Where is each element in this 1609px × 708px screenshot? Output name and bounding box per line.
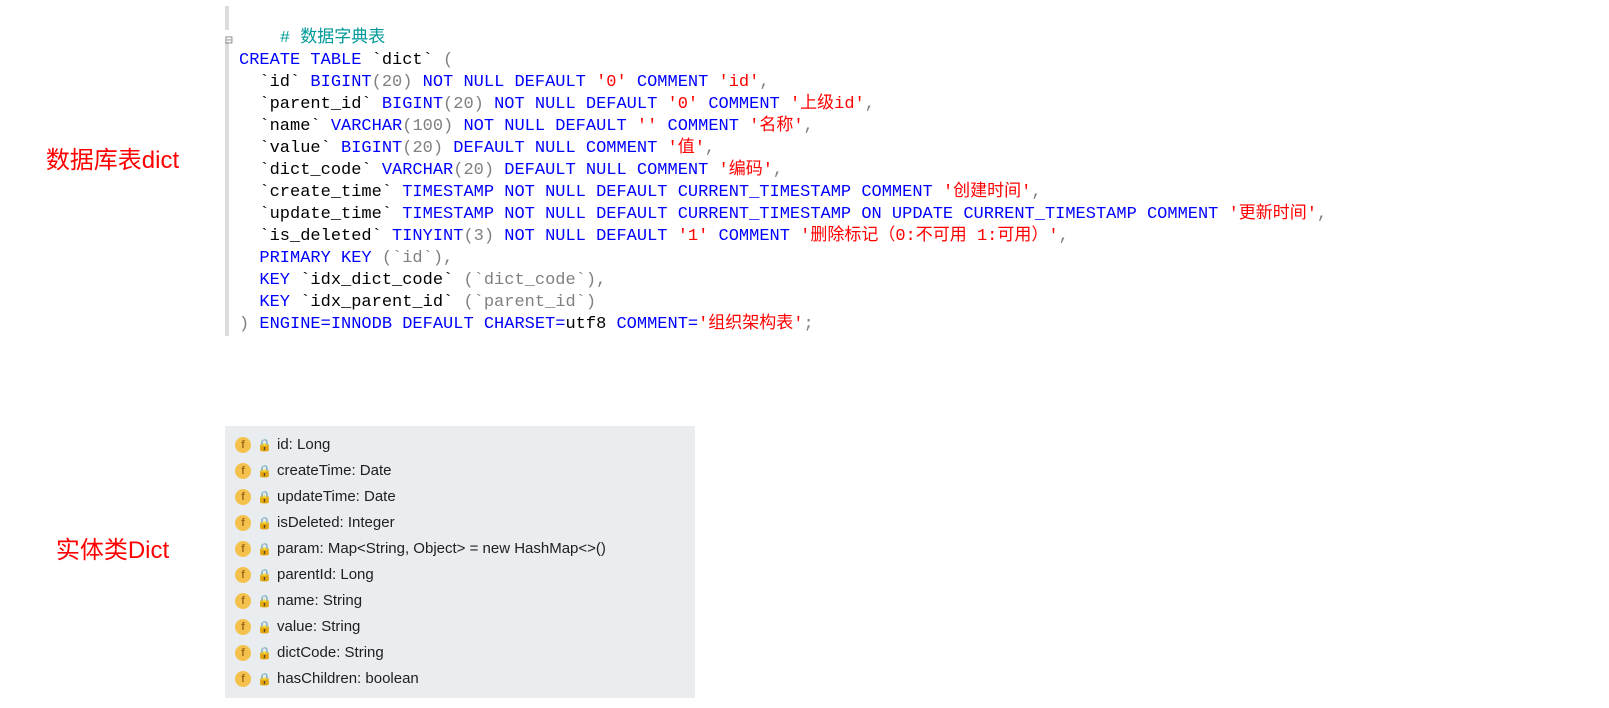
lock-icon: 🔒 (257, 666, 271, 692)
entity-field-text: param: Map<String, Object> = new HashMap… (277, 536, 606, 562)
entity-field: f 🔒isDeleted: Integer (235, 510, 685, 536)
lock-icon: 🔒 (257, 458, 271, 484)
entity-field: f 🔒value: String (235, 614, 685, 640)
field-icon: f (235, 671, 251, 687)
entity-field: f 🔒parentId: Long (235, 562, 685, 588)
entity-field: f 🔒createTime: Date (235, 458, 685, 484)
db-table-section: 数据库表dict ⊟# 数据字典表 CREATE TABLE `dict` ( … (0, 0, 1609, 336)
entity-field: f 🔒param: Map<String, Object> = new HashM… (235, 536, 685, 562)
entity-label: 实体类Dict (0, 526, 225, 565)
sql-comment: # 数据字典表 (280, 29, 385, 48)
lock-icon: 🔒 (257, 432, 271, 458)
entity-field: f 🔒updateTime: Date (235, 484, 685, 510)
entity-field: f 🔒id: Long (235, 432, 685, 458)
field-icon: f (235, 515, 251, 531)
lock-icon: 🔒 (257, 614, 271, 640)
field-icon: f (235, 541, 251, 557)
entity-field-list: f🔒id: Long f🔒createTime: Date f🔒updateTi… (225, 426, 695, 698)
entity-field-text: hasChildren: boolean (277, 666, 419, 692)
sql-code-block: ⊟# 数据字典表 CREATE TABLE `dict` ( `id` BIGI… (225, 6, 1327, 336)
field-icon: f (235, 593, 251, 609)
entity-field-text: isDeleted: Integer (277, 510, 395, 536)
lock-icon: 🔒 (257, 588, 271, 614)
entity-field-text: parentId: Long (277, 562, 374, 588)
entity-field-text: createTime: Date (277, 458, 392, 484)
lock-icon: 🔒 (257, 536, 271, 562)
entity-field: f 🔒name: String (235, 588, 685, 614)
field-icon: f (235, 437, 251, 453)
entity-field: f 🔒dictCode: String (235, 640, 685, 666)
field-icon: f (235, 567, 251, 583)
entity-field: f 🔒hasChildren: boolean (235, 666, 685, 692)
entity-field-text: updateTime: Date (277, 484, 396, 510)
fold-minus-icon[interactable]: ⊟ (225, 30, 237, 42)
entity-field-text: dictCode: String (277, 640, 384, 666)
lock-icon: 🔒 (257, 484, 271, 510)
entity-field-text: value: String (277, 614, 360, 640)
entity-field-text: name: String (277, 588, 362, 614)
db-table-label: 数据库表dict (0, 136, 225, 175)
lock-icon: 🔒 (257, 562, 271, 588)
field-icon: f (235, 489, 251, 505)
field-icon: f (235, 645, 251, 661)
entity-field-text: id: Long (277, 432, 330, 458)
field-icon: f (235, 619, 251, 635)
lock-icon: 🔒 (257, 640, 271, 666)
lock-icon: 🔒 (257, 510, 271, 536)
field-icon: f (235, 463, 251, 479)
entity-section: 实体类Dict f🔒id: Long f🔒createTime: Date f🔒… (0, 426, 1609, 698)
